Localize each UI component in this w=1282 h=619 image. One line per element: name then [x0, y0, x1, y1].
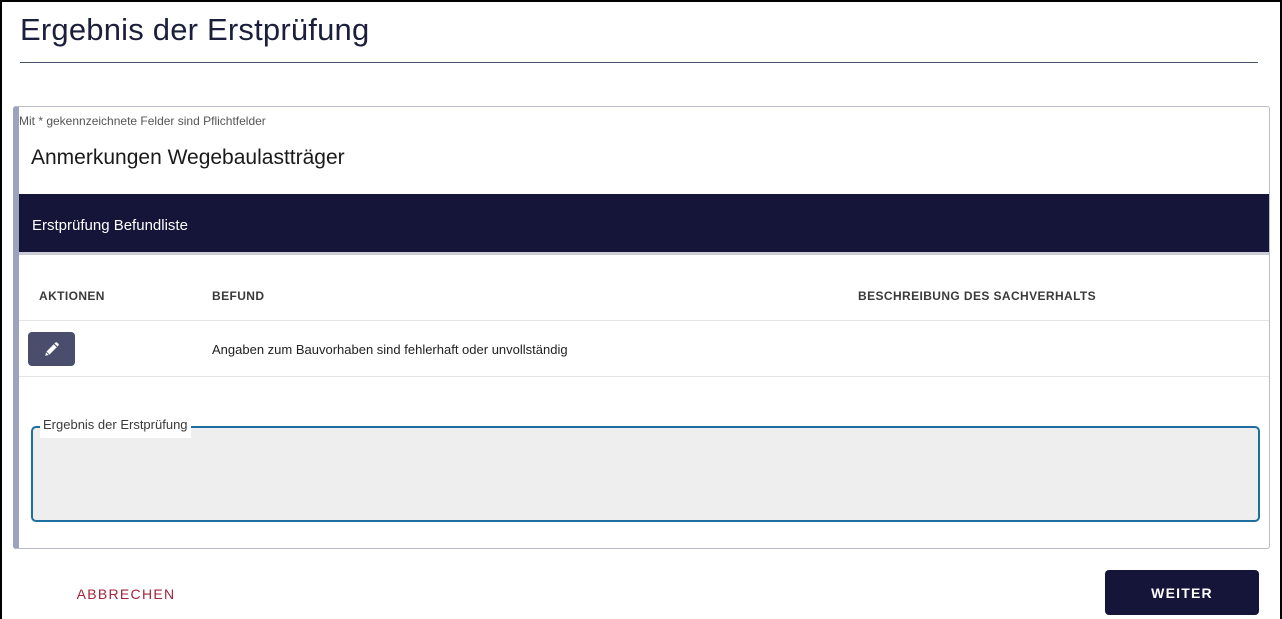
findings-list-title: Erstprüfung Befundliste [32, 217, 188, 234]
findings-list-header: Erstprüfung Befundliste [19, 194, 1269, 255]
cancel-button[interactable]: ABBRECHEN [62, 578, 190, 610]
page-title: Ergebnis der Erstprüfung [20, 12, 370, 47]
result-field-label: Ergebnis der Erstprüfung [40, 416, 191, 438]
edit-button[interactable] [28, 332, 75, 366]
pencil-icon [44, 342, 59, 356]
column-header-befund: BEFUND [212, 289, 265, 303]
finding-text: Angaben zum Bauvorhaben sind fehlerhaft … [212, 342, 568, 357]
section-title: Anmerkungen Wegebaulastträger [31, 146, 345, 169]
table-row-divider [19, 376, 1269, 377]
result-textarea[interactable] [31, 426, 1260, 522]
column-header-beschreibung: BESCHREIBUNG DES SACHVERHALTS [858, 289, 1097, 303]
table-header-divider [19, 320, 1269, 321]
result-textarea-value [33, 428, 1258, 448]
required-fields-note: Mit * gekennzeichnete Felder sind Pflich… [19, 114, 266, 128]
column-header-aktionen: AKTIONEN [39, 289, 105, 303]
next-button[interactable]: WEITER [1105, 570, 1259, 615]
title-divider [20, 62, 1258, 63]
